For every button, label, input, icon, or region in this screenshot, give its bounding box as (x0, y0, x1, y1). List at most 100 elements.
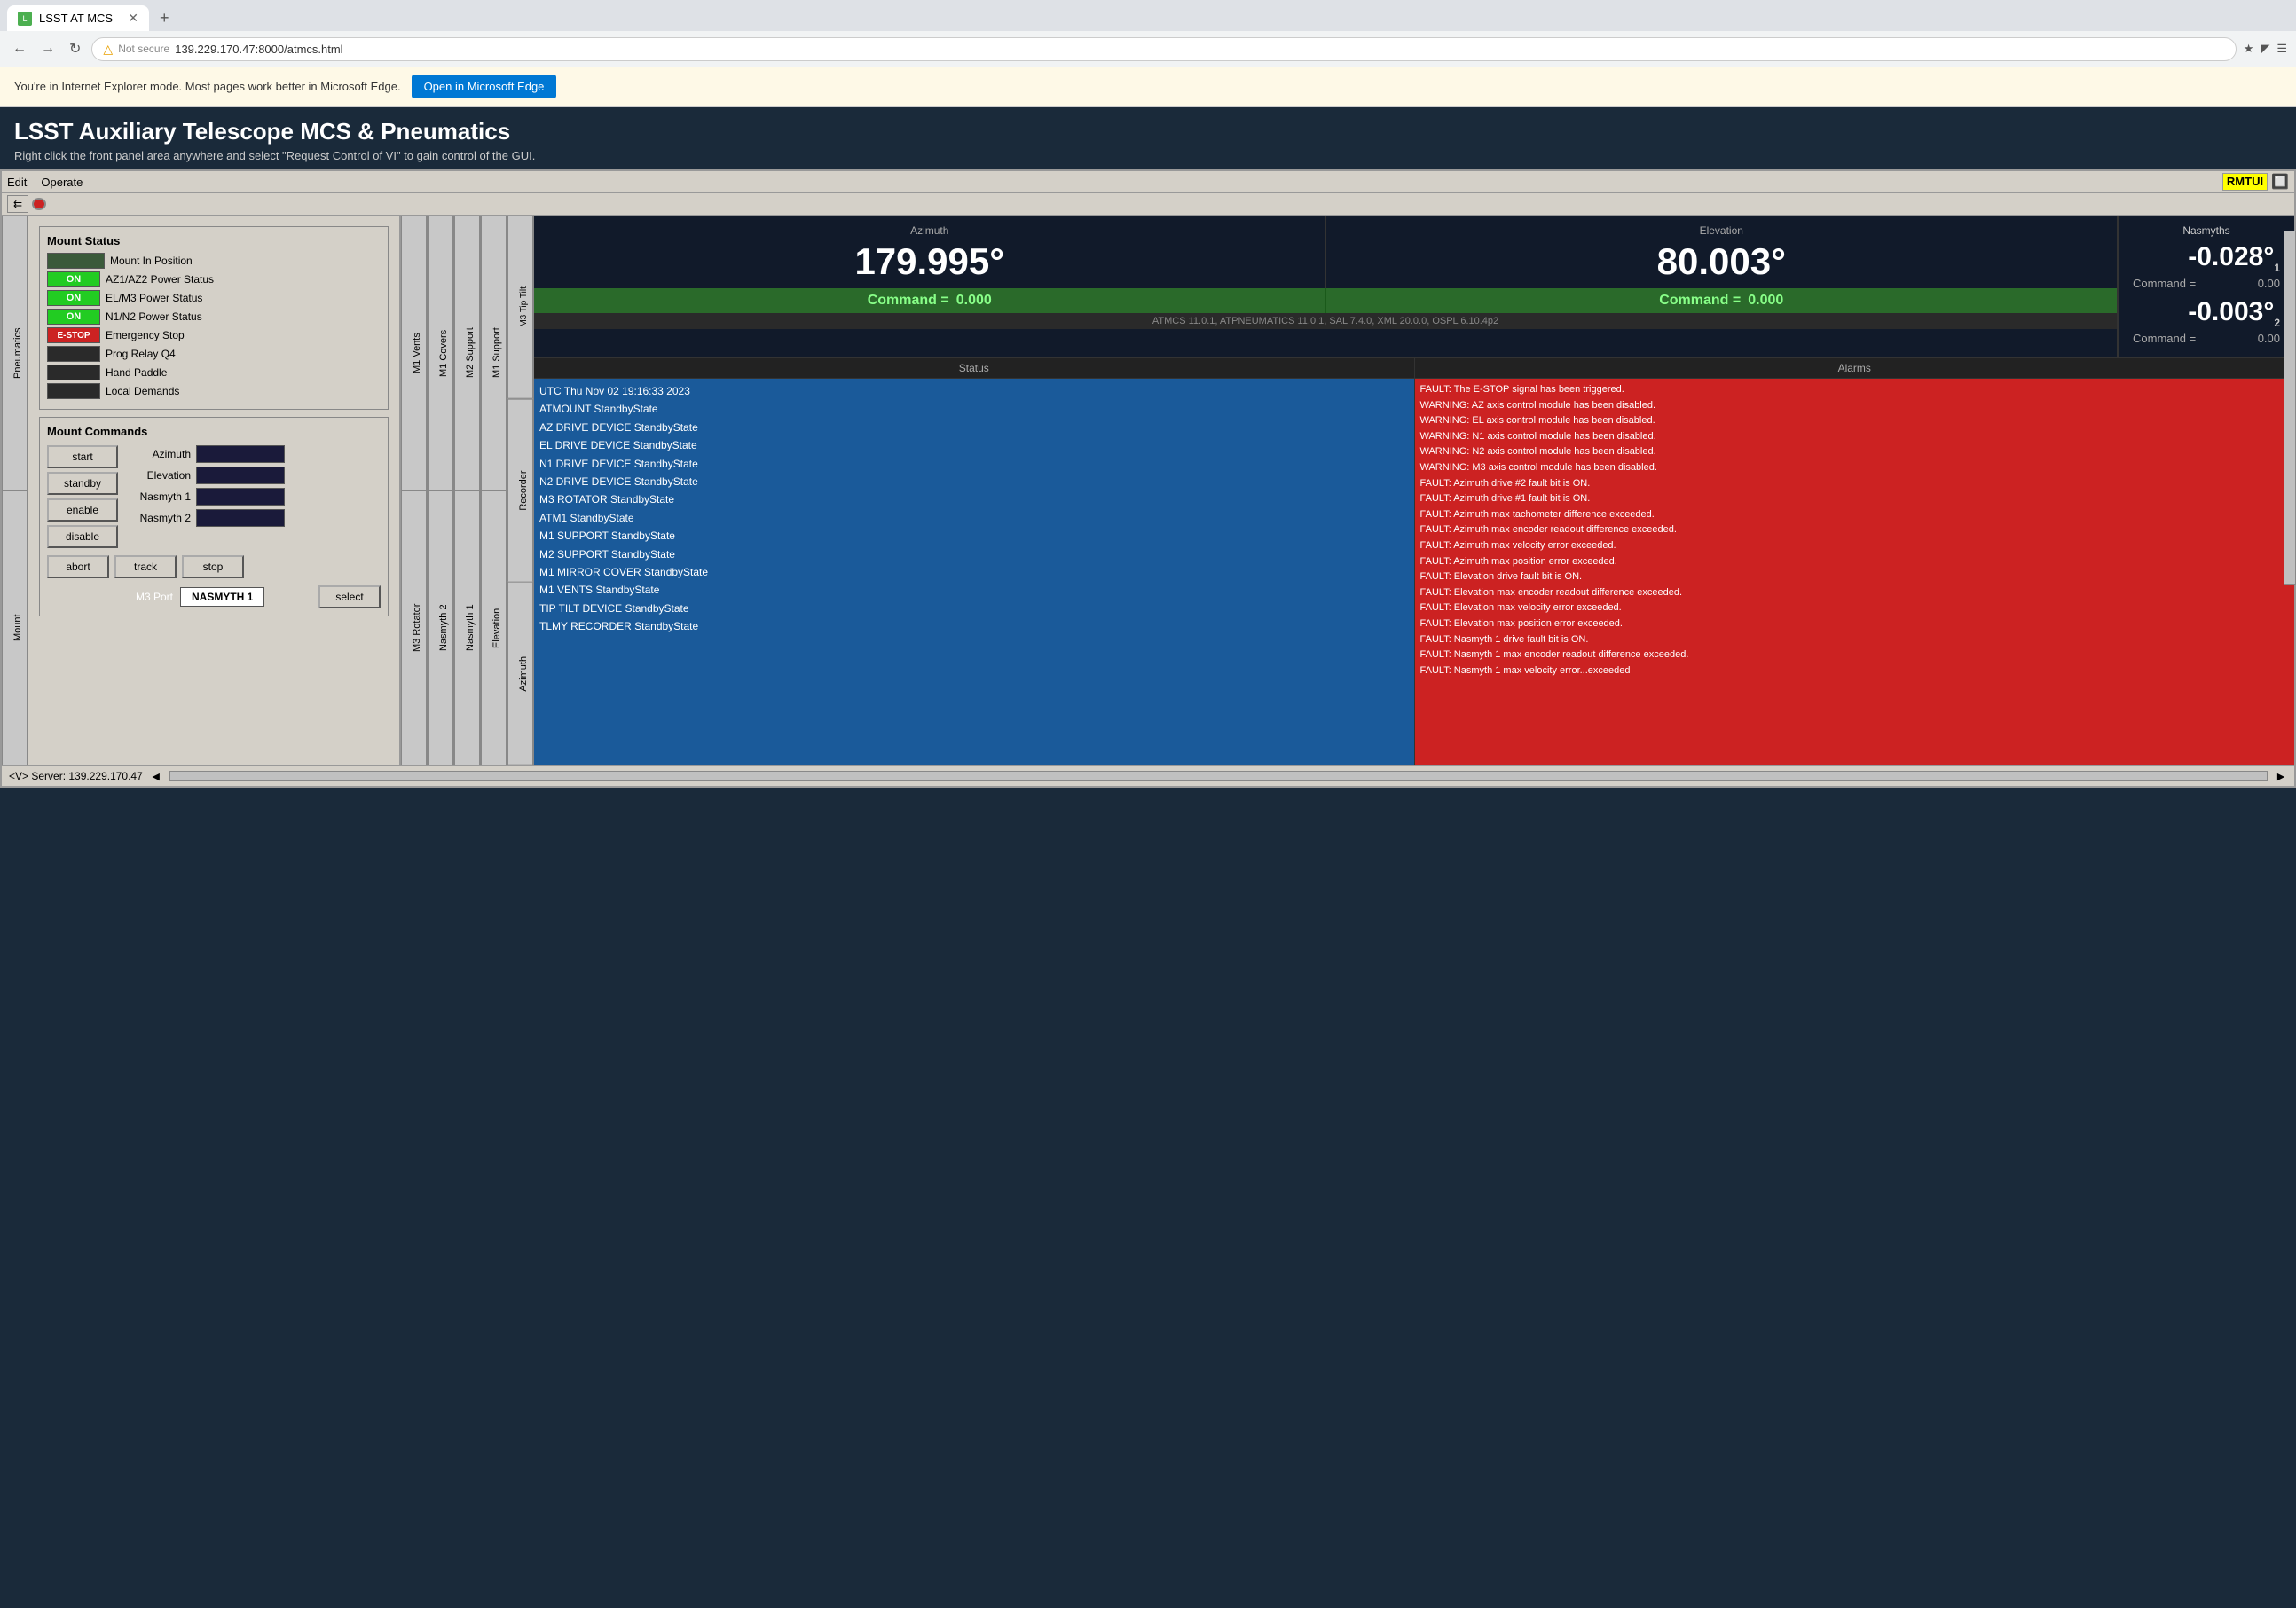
stop-button[interactable]: stop (182, 555, 244, 578)
sidebar-tab-m3rotator[interactable]: M3 Rotator (401, 490, 427, 765)
status-list-item: TLMY RECORDER StandbyState (539, 617, 1409, 635)
commands-left: start standby enable disable (47, 445, 118, 548)
vertical-scrollbar[interactable] (2284, 231, 2294, 585)
azimuth-display: Azimuth 179.995° (534, 216, 1326, 288)
rmtui-badge[interactable]: RMTUI (2222, 173, 2268, 191)
sidebar-tab-azimuth[interactable]: Azimuth (507, 582, 533, 765)
alarms-list[interactable]: FAULT: The E-STOP signal has been trigge… (1415, 379, 2295, 765)
status-label-3: N1/N2 Power Status (106, 310, 202, 323)
sidebar-tab-pneumatics[interactable]: Pneumatics (2, 216, 28, 490)
alarms-list-item: WARNING: AZ axis control module has been… (1420, 398, 2290, 414)
sidebar-tab-m1covers[interactable]: M1 Covers (428, 216, 453, 490)
security-label: Not secure (118, 43, 169, 55)
open-in-edge-button[interactable]: Open in Microsoft Edge (412, 75, 557, 98)
sidebar-tab-m1vents[interactable]: M1 Vents (401, 216, 427, 490)
nasmyth2-field-label: Nasmyth 2 (129, 512, 191, 524)
start-button[interactable]: start (47, 445, 118, 468)
sidebar-tab-m3tiptilt[interactable]: M3 Tip Tilt (507, 216, 533, 399)
nasmyth1-cmd-label: Command = (2133, 277, 2196, 290)
app-subtitle: Right click the front panel area anywher… (14, 149, 2282, 162)
nasmyth2-input[interactable] (196, 509, 285, 527)
el-command-value: 0.000 (1748, 293, 1783, 309)
abort-button[interactable]: abort (47, 555, 109, 578)
horizontal-scrollbar[interactable] (169, 771, 2268, 781)
favorites-icon[interactable]: ★ (2244, 42, 2254, 56)
alarms-panel: Alarms FAULT: The E-STOP signal has been… (1415, 358, 2295, 765)
tab-title: LSST AT MCS (39, 12, 113, 25)
address-bar[interactable]: △ Not secure 139.229.170.47:8000/atmcs.h… (91, 37, 2236, 61)
status-panel: Status UTC Thu Nov 02 19:16:33 2023ATMOU… (534, 358, 1415, 765)
sidebar-tab-mount[interactable]: Mount (2, 490, 28, 765)
tab-close-button[interactable]: ✕ (128, 11, 138, 26)
sidebar-tab-m1support[interactable]: M1 Support (481, 216, 507, 490)
menu-operate[interactable]: Operate (41, 176, 83, 189)
status-label-5: Prog Relay Q4 (106, 348, 176, 360)
reload-button[interactable]: ↻ (66, 36, 84, 61)
status-indicator-3: ON (47, 309, 100, 325)
nasmyth1-field-row: Nasmyth 1 (129, 488, 381, 506)
nasmyth1-input[interactable] (196, 488, 285, 506)
sidebar-tab-nasmyth2[interactable]: Nasmyth 2 (428, 490, 453, 765)
m3-port-value: NASMYTH 1 (180, 587, 264, 607)
panel-menubar: Edit Operate RMTUI 🔲 (2, 171, 2294, 193)
alarms-list-item: WARNING: N1 axis control module has been… (1420, 429, 2290, 445)
select-button[interactable]: select (318, 585, 381, 608)
status-label-4: Emergency Stop (106, 329, 185, 341)
alarms-list-item: FAULT: Azimuth max velocity error exceed… (1420, 538, 2290, 554)
mount-commands-panel: Mount Commands start standby enable disa… (39, 417, 389, 616)
tab-bar: L LSST AT MCS ✕ + (0, 0, 2296, 31)
azimuth-input[interactable] (196, 445, 285, 463)
status-indicator-4: E-STOP (47, 327, 100, 343)
elevation-display: Elevation 80.003° (1326, 216, 2118, 288)
split-view-icon[interactable]: ◤ (2261, 42, 2269, 56)
nasmyth1-cmd-value: 0.00 (2258, 277, 2280, 290)
alarms-list-item: FAULT: Elevation max position error exce… (1420, 616, 2290, 632)
sidebar-tab-elevation[interactable]: Elevation (481, 490, 507, 765)
scroll-right-button[interactable]: ► (2275, 769, 2287, 783)
alarms-list-item: WARNING: M3 axis control module has been… (1420, 460, 2290, 476)
reading-view-icon[interactable]: ☰ (2276, 42, 2287, 56)
cmd-bottom-row: abort track stop (47, 555, 381, 578)
elevation-field-label: Elevation (129, 469, 191, 482)
toolbar-stop-button[interactable] (32, 198, 46, 210)
track-button[interactable]: track (114, 555, 177, 578)
az-command-label: Command = (868, 293, 949, 309)
standby-button[interactable]: standby (47, 472, 118, 495)
sidebar-col3: M1 Covers Nasmyth 2 (428, 216, 454, 765)
panel-toolbar: ⇇ (2, 193, 2294, 216)
forward-button[interactable]: → (37, 37, 59, 60)
axes-top-row: Azimuth 179.995° Elevation 80.003° (534, 216, 2294, 358)
nasmyth2-cmd-label: Command = (2133, 332, 2196, 345)
elevation-title: Elevation (1341, 224, 2103, 237)
azimuth-title: Azimuth (548, 224, 1311, 237)
sidebar-col2: M1 Vents M3 Rotator (401, 216, 428, 765)
elevation-input[interactable] (196, 467, 285, 484)
sidebar-col5: M1 Support Elevation (481, 216, 507, 765)
browser-chrome: L LSST AT MCS ✕ + ← → ↻ △ Not secure 139… (0, 0, 2296, 107)
toolbar-back-button[interactable]: ⇇ (7, 195, 28, 213)
alarms-panel-header: Alarms (1415, 358, 2295, 379)
az-el-panel: Azimuth 179.995° Elevation 80.003° (534, 216, 2117, 357)
menu-edit[interactable]: Edit (7, 176, 27, 189)
status-list[interactable]: UTC Thu Nov 02 19:16:33 2023ATMOUNT Stan… (534, 379, 1414, 765)
status-row-7: Local Demands (47, 383, 381, 399)
new-tab-button[interactable]: + (153, 5, 177, 31)
rmtui-icon: 🔲 (2271, 173, 2289, 191)
nasmyth1-command: Command = 0.00 (2133, 277, 2280, 290)
elevation-value: 80.003° (1341, 240, 2103, 283)
status-row-4: E-STOP Emergency Stop (47, 327, 381, 343)
scroll-left-button[interactable]: ◄ (150, 769, 162, 783)
warning-icon: △ (103, 42, 113, 57)
active-tab[interactable]: L LSST AT MCS ✕ (7, 5, 149, 31)
sidebar-tab-nasmyth1[interactable]: Nasmyth 1 (454, 490, 480, 765)
nav-icons: ★ ◤ ☰ (2244, 42, 2287, 56)
disable-button[interactable]: disable (47, 525, 118, 548)
sidebar-tab-m2support[interactable]: M2 Support (454, 216, 480, 490)
status-indicator-0 (47, 253, 105, 269)
nasmyth2-value: -0.003°2 (2133, 297, 2280, 329)
back-button[interactable]: ← (9, 37, 30, 60)
status-list-item: ATM1 StandbyState (539, 509, 1409, 527)
alarms-list-item: FAULT: Azimuth drive #1 fault bit is ON. (1420, 491, 2290, 507)
enable-button[interactable]: enable (47, 498, 118, 522)
sidebar-tab-recorder[interactable]: Recorder (507, 399, 533, 583)
